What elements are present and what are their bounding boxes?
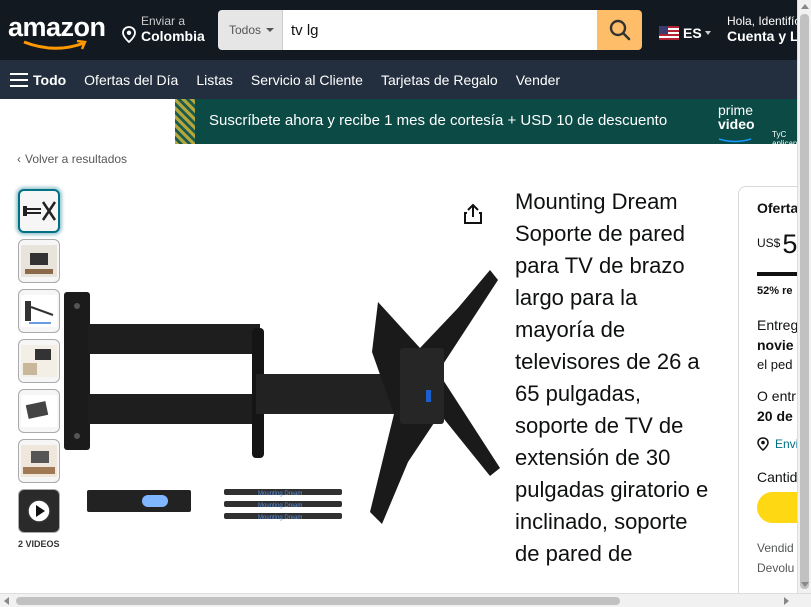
- smile-arrow-icon: [23, 40, 87, 50]
- spec-thumbnail-icon: [21, 295, 57, 327]
- video-thumbnail[interactable]: [18, 489, 60, 533]
- horizontal-scroll-thumb[interactable]: [16, 597, 620, 605]
- delivery-line-2: novie: [757, 337, 794, 353]
- product-main-image[interactable]: Mounting Dream Mounting Dream Mounting D…: [60, 262, 505, 548]
- nav-item-listas[interactable]: Listas: [196, 72, 233, 88]
- thumbnail-5[interactable]: [18, 389, 60, 433]
- prime-word: prime: [718, 102, 754, 118]
- banner-pattern: [175, 99, 195, 144]
- watermark-text-3: Mounting Dream: [258, 515, 302, 521]
- delivery-line-1: Entreg: [757, 317, 799, 333]
- returns-label: Devolu: [757, 561, 795, 575]
- language-selector[interactable]: ES: [659, 25, 711, 41]
- living-room-thumbnail-icon: [21, 445, 57, 477]
- nav-item-ofertas[interactable]: Ofertas del Día: [84, 72, 178, 88]
- scroll-left-icon[interactable]: [4, 597, 9, 605]
- chevron-left-icon: ‹: [17, 152, 21, 166]
- scroll-down-icon[interactable]: [801, 582, 809, 587]
- price-whole: 5: [782, 229, 798, 259]
- top-nav-bar: amazon Enviar a Colombia Todos ES: [0, 0, 811, 60]
- nav-item-tarjetas[interactable]: Tarjetas de Regalo: [381, 72, 498, 88]
- vertical-scroll-thumb[interactable]: [800, 14, 809, 589]
- search-button[interactable]: [597, 10, 642, 50]
- thumbnail-list: 2 VIDEOS: [18, 189, 60, 549]
- play-icon: [27, 499, 51, 523]
- fastest-line-1: O entr: [757, 388, 796, 404]
- video-word: video: [718, 116, 755, 132]
- thumbnail-1[interactable]: [18, 189, 60, 233]
- vertical-scrollbar[interactable]: [797, 0, 811, 593]
- deal-label: Oferta: [757, 200, 799, 216]
- swivel-thumbnail-icon: [21, 395, 57, 427]
- prime-video-banner[interactable]: Suscríbete ahora y recibe 1 mes de corte…: [175, 99, 811, 144]
- caret-down-icon: [266, 28, 275, 32]
- logo-text: amazon: [8, 12, 106, 42]
- language-code: ES: [683, 25, 702, 41]
- sold-by-label: Vendid: [757, 541, 794, 555]
- search-bar: Todos: [218, 10, 642, 50]
- all-menu-button[interactable]: Todo: [10, 72, 66, 88]
- nav-item-vender[interactable]: Vender: [516, 72, 560, 88]
- search-icon: [609, 19, 630, 41]
- all-menu-label: Todo: [33, 71, 67, 88]
- banner-text: Suscríbete ahora y recibe 1 mes de corte…: [209, 112, 668, 129]
- price: US$5: [757, 223, 797, 259]
- seller-info: Vendid Devolu: [757, 538, 794, 578]
- nav-item-servicio[interactable]: Servicio al Cliente: [251, 72, 363, 88]
- location-pin-icon: [122, 26, 136, 43]
- back-link-label: Volver a resultados: [25, 152, 128, 166]
- search-category-select[interactable]: Todos: [218, 10, 283, 50]
- install-thumbnail-icon: [21, 345, 57, 377]
- us-flag-icon: [659, 26, 679, 40]
- main-nav: Todo Ofertas del Día Listas Servicio al …: [0, 60, 811, 99]
- product-title: Mounting Dream Soporte de pared para TV …: [515, 189, 709, 566]
- deal-percent: 52% re: [757, 285, 793, 297]
- delivery-line-3: el ped: [757, 357, 793, 372]
- hamburger-icon: [10, 72, 28, 87]
- scroll-up-icon[interactable]: [801, 4, 809, 9]
- fastest-line-2: 20 de: [757, 408, 793, 424]
- share-button[interactable]: [463, 203, 483, 230]
- deliver-to[interactable]: Enviar a Colombia: [122, 14, 205, 44]
- fastest-delivery: O entr 20 de: [757, 386, 796, 426]
- prime-video-logo: prime video: [718, 103, 755, 144]
- deliver-to-link[interactable]: Envi: [757, 437, 798, 451]
- room-thumbnail-icon: [21, 245, 57, 277]
- watermark-text-1: Mounting Dream: [258, 491, 302, 497]
- caret-down-icon: [704, 31, 711, 35]
- videos-count-label: 2 VIDEOS: [18, 539, 60, 549]
- horizontal-scrollbar[interactable]: [0, 593, 811, 607]
- scroll-right-icon[interactable]: [784, 597, 789, 605]
- price-currency: US$: [757, 236, 781, 250]
- back-to-results-link[interactable]: ‹ Volver a resultados: [17, 152, 127, 166]
- thumbnail-3[interactable]: [18, 289, 60, 333]
- share-icon: [464, 203, 482, 224]
- mount-thumbnail-icon: [23, 201, 57, 221]
- watermark-text-2: Mounting Dream: [258, 503, 302, 509]
- deliver-to-label: Envi: [775, 437, 799, 451]
- delivery-info: Entreg novie el ped: [757, 315, 798, 375]
- search-input[interactable]: [283, 10, 597, 50]
- location-pin-icon: [757, 437, 769, 451]
- amazon-logo[interactable]: amazon: [8, 12, 108, 52]
- thumbnail-6[interactable]: [18, 439, 60, 483]
- search-category-label: Todos: [229, 23, 262, 37]
- quantity-select[interactable]: Cantid: [757, 469, 797, 485]
- prime-smile-icon: [718, 138, 752, 143]
- thumbnail-4[interactable]: [18, 339, 60, 383]
- thumbnail-2[interactable]: [18, 239, 60, 283]
